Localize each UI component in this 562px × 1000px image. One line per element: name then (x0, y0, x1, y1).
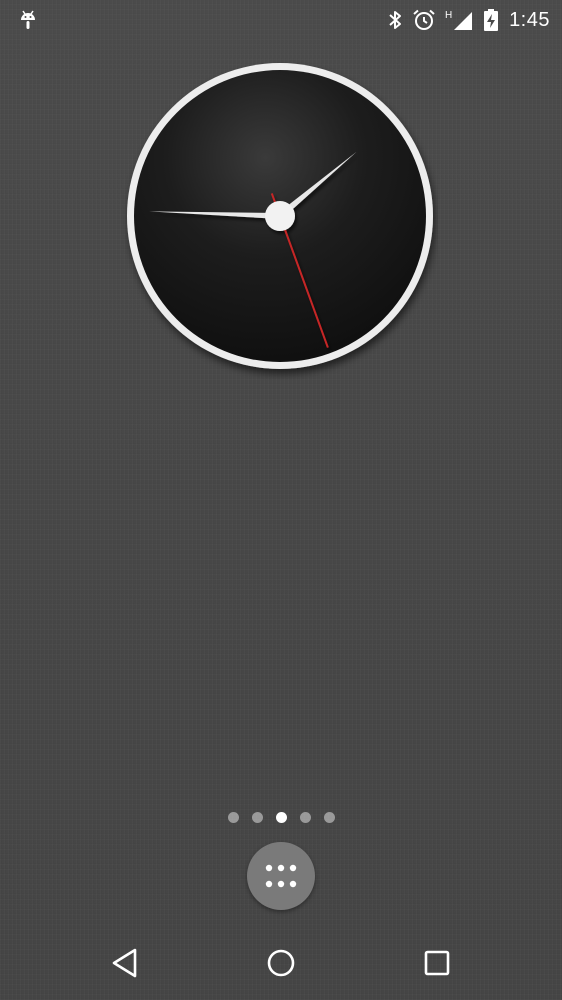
recents-button[interactable] (417, 943, 457, 983)
app-drawer-button[interactable] (247, 842, 315, 910)
center-cap (265, 201, 295, 231)
status-time: 1:45 (509, 8, 550, 31)
page-dot[interactable] (227, 812, 239, 823)
page-dot-active[interactable] (275, 812, 287, 823)
analog-clock-widget[interactable] (118, 60, 438, 380)
page-dot[interactable] (299, 812, 311, 823)
back-button[interactable] (105, 943, 145, 983)
home-icon (267, 949, 295, 977)
home-button[interactable] (261, 943, 301, 983)
cell-signal-icon: H (445, 8, 475, 32)
apps-grid-icon (265, 864, 297, 888)
status-bar: H 1:45 (0, 0, 562, 40)
alarm-icon (412, 8, 436, 32)
bluetooth-icon (387, 8, 403, 32)
recents-icon (424, 950, 450, 976)
back-icon (112, 948, 137, 978)
page-dot[interactable] (323, 812, 335, 823)
page-indicator (0, 812, 562, 826)
android-debug-icon (18, 8, 38, 32)
battery-charging-icon (484, 8, 499, 32)
page-dot[interactable] (251, 812, 263, 823)
network-indicator: H (445, 10, 452, 21)
navigation-bar (0, 925, 562, 1000)
